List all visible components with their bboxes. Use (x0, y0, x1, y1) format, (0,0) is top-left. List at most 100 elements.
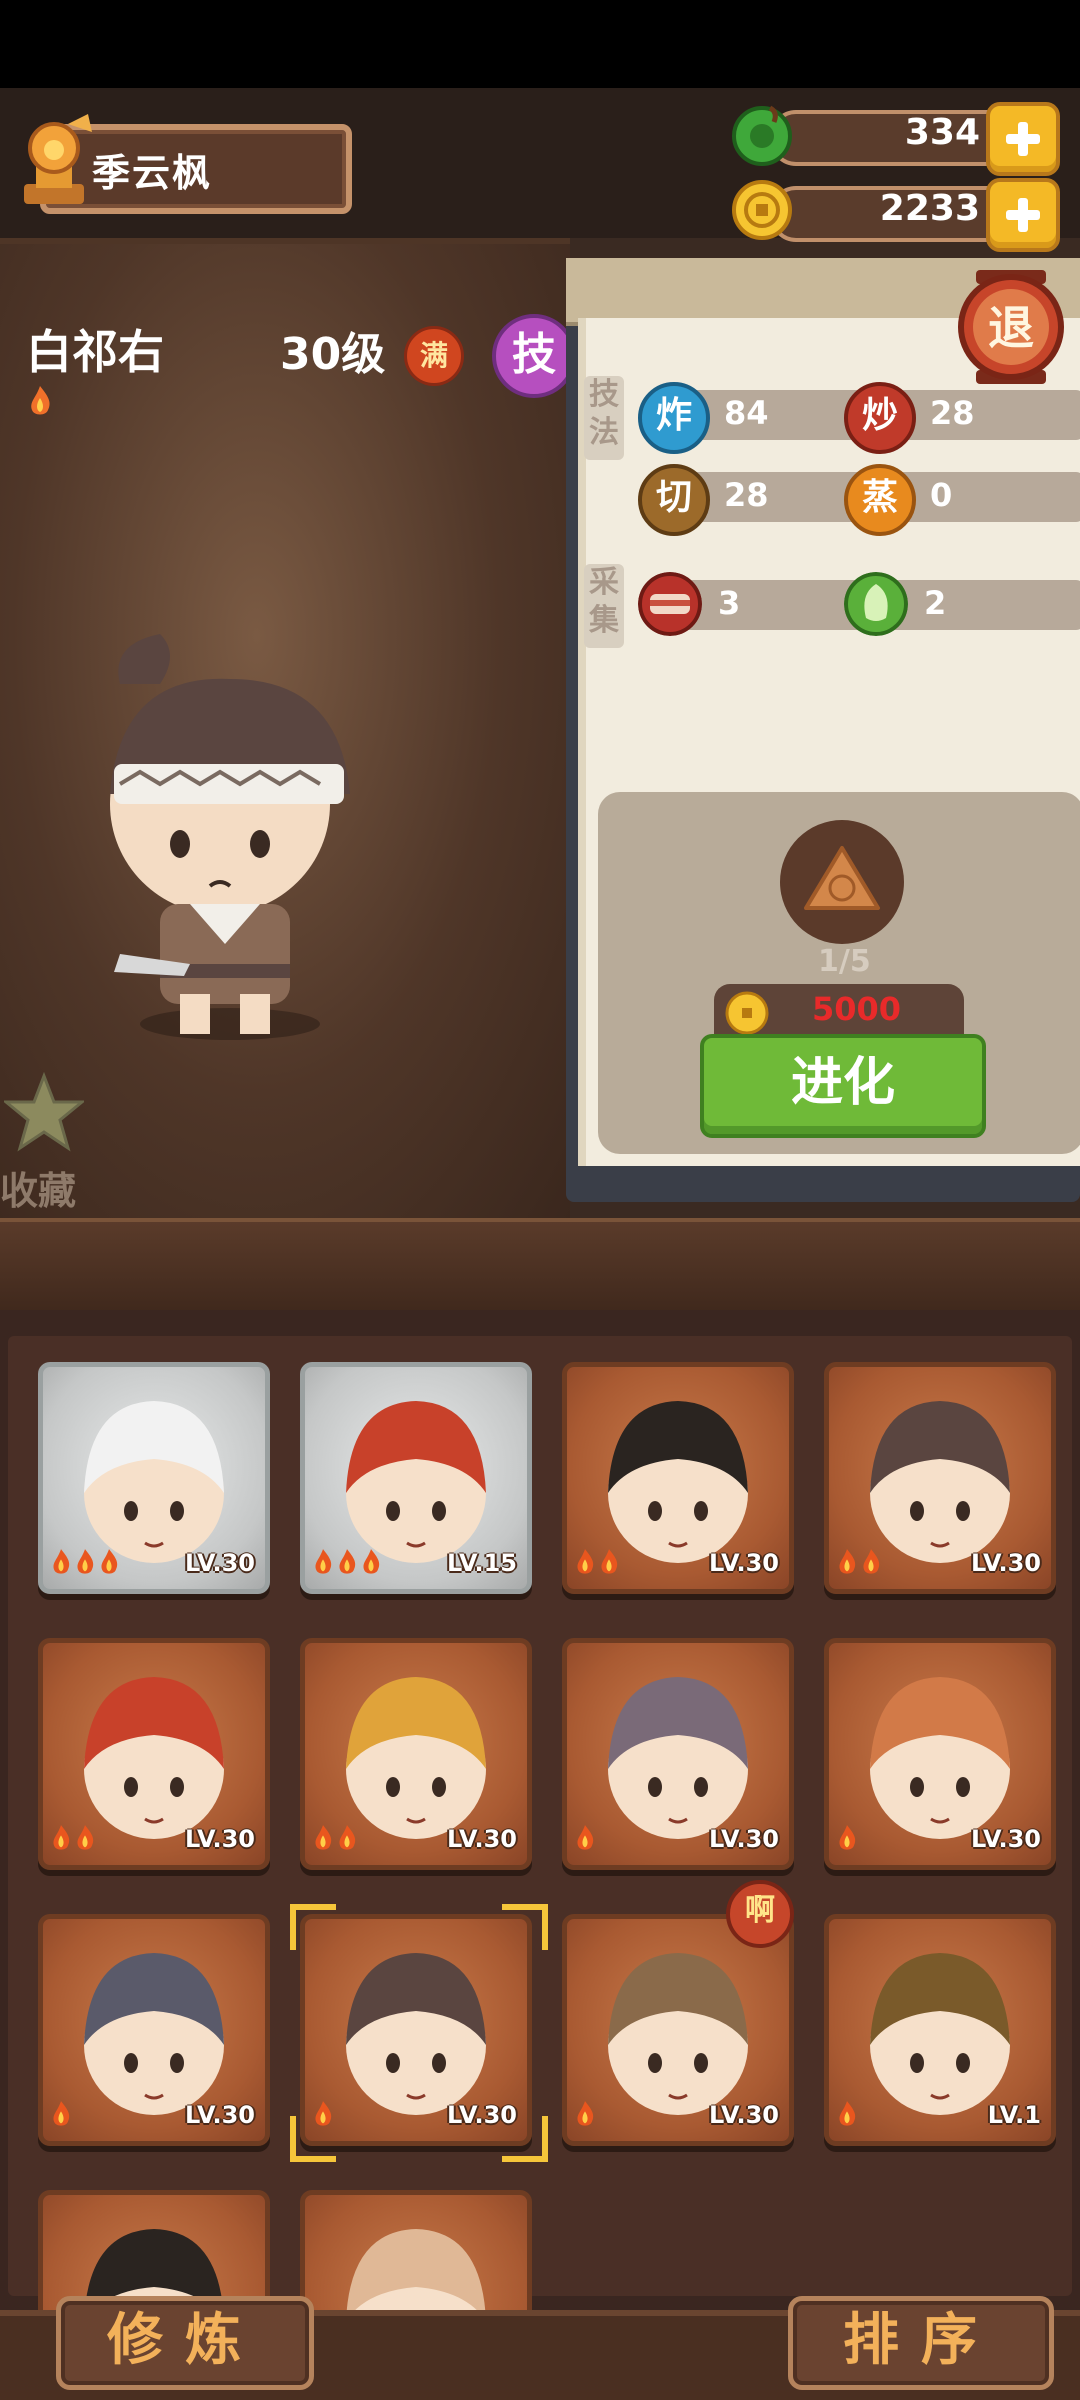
gather-vegetable: 2 (844, 572, 1080, 636)
player-name: 季云枫 (92, 151, 213, 195)
trophy-avatar-icon (24, 114, 92, 204)
chef-card[interactable]: LV.30 (824, 1362, 1056, 1594)
game-screen: 季云枫 334 2233 白祁右 30级 满 技 收藏 退 技法 采集 炸 84… (0, 0, 1080, 2400)
player-name-plate[interactable]: 季云枫 (24, 114, 352, 214)
vegetable-value: 2 (924, 584, 947, 622)
chef-level: LV.30 (709, 2101, 779, 2129)
skill-button[interactable]: 技 (492, 314, 576, 398)
gather-category-label: 采集 (584, 564, 624, 648)
flame-icon (863, 1549, 880, 1574)
fry-value: 84 (724, 394, 769, 432)
selection-corner (290, 2116, 336, 2162)
evolution-item-icon (780, 820, 904, 944)
flame-icon (339, 1825, 356, 1850)
character-level: 30级 (280, 329, 386, 380)
flame-icon (53, 1549, 70, 1574)
coin-icon (732, 180, 792, 240)
flame-icon (577, 1825, 594, 1850)
chef-card[interactable]: LV.15 (300, 1362, 532, 1594)
chef-card[interactable]: LV.30 (38, 1914, 270, 2146)
top-header: 季云枫 334 2233 (0, 88, 1080, 252)
rarity-flames (573, 2099, 597, 2129)
stirfry-icon: 炒 (844, 382, 916, 454)
steam-icon: 蒸 (844, 464, 916, 536)
flame-icon (839, 1825, 856, 1850)
jade-amount: 334 (904, 112, 980, 153)
meat-value: 3 (718, 584, 741, 622)
selection-corner (502, 1904, 548, 1950)
evolve-cost: 5000 (812, 990, 902, 1028)
retreat-label: 退 (988, 301, 1034, 355)
favorite-star-icon[interactable] (4, 1072, 84, 1152)
chef-level: LV.30 (709, 1549, 779, 1577)
coin-icon (725, 991, 769, 1035)
chef-level: LV.30 (971, 1549, 1041, 1577)
technique-stirfry: 炒 28 (844, 382, 1080, 454)
technique-steam: 蒸 0 (844, 464, 1080, 536)
flame-icon (53, 2101, 70, 2126)
character-illustration (110, 634, 350, 1040)
flame-icon (577, 1549, 594, 1574)
add-coins-button[interactable] (986, 178, 1060, 252)
rarity-flames (573, 1823, 597, 1853)
flame-icon (315, 1549, 332, 1574)
rarity-flames (49, 1547, 121, 1577)
evolve-progress: 1/5 (818, 944, 871, 979)
chef-level: LV.30 (709, 1825, 779, 1853)
fry-icon: 炸 (638, 382, 710, 454)
flame-icon (315, 1825, 332, 1850)
favorite-label[interactable]: 收藏 (0, 1160, 76, 1215)
section-divider (0, 1218, 1080, 1318)
cultivate-button[interactable]: 修炼 (56, 2296, 314, 2390)
chef-card[interactable]: LV.30 (562, 1638, 794, 1870)
chef-level: LV.1 (987, 2101, 1041, 2129)
chef-card[interactable]: LV.30 (562, 1914, 794, 2146)
roster-grid: LV.30 LV.15 LV.30 LV.30 LV.30 LV.30 LV.30 LV.30… (8, 1336, 1072, 2400)
chef-card[interactable]: LV.30 (562, 1362, 794, 1594)
character-portrait-panel: 白祁右 30级 满 技 收藏 (0, 238, 576, 1224)
selection-corner (502, 2116, 548, 2162)
evolve-button[interactable]: 进化 (700, 1034, 986, 1138)
chef-card[interactable]: LV.1 (824, 1914, 1056, 2146)
chef-card[interactable]: LV.30 (38, 1638, 270, 1870)
cut-icon: 切 (638, 464, 710, 536)
chef-card[interactable]: LV.30 (300, 1638, 532, 1870)
chef-level: LV.30 (185, 2101, 255, 2129)
steam-value: 0 (930, 476, 953, 514)
coin-resource-bar: 2233 (730, 178, 1060, 252)
coin-amount: 2233 (879, 188, 980, 229)
sort-button[interactable]: 排序 (788, 2296, 1054, 2390)
chef-level: LV.30 (971, 1825, 1041, 1853)
flame-icon (577, 2101, 594, 2126)
flame-icon (77, 1549, 94, 1574)
chef-level: LV.30 (185, 1549, 255, 1577)
rarity-flames (835, 1547, 883, 1577)
cut-value: 28 (724, 476, 769, 514)
meat-icon (638, 572, 702, 636)
flame-icon (53, 1825, 70, 1850)
rarity-flames (49, 2099, 73, 2129)
add-jade-button[interactable] (986, 102, 1060, 176)
gather-meat: 3 (638, 572, 878, 636)
chef-card[interactable]: LV.30 (824, 1638, 1056, 1870)
stirfry-value: 28 (930, 394, 975, 432)
jade-gem-icon (732, 105, 792, 166)
chef-card[interactable]: LV.30 (38, 1362, 270, 1594)
max-level-badge: 满 (404, 326, 464, 386)
flame-icon (31, 386, 50, 415)
technique-fry: 炸 84 (638, 382, 878, 454)
speech-bubble: 啊 (726, 1880, 794, 1948)
character-name: 白祁右 (26, 325, 164, 379)
flame-icon (839, 1549, 856, 1574)
technique-category-label: 技法 (584, 376, 624, 460)
chef-level: LV.15 (447, 1549, 517, 1577)
jade-resource-bar: 334 (730, 102, 1060, 176)
flame-icon (839, 2101, 856, 2126)
rarity-flames (311, 1547, 383, 1577)
rarity-flames (311, 1823, 359, 1853)
flame-icon (77, 1825, 94, 1850)
rarity-flames (573, 1547, 621, 1577)
retreat-button[interactable]: 退 (956, 268, 1066, 386)
flame-icon (339, 1549, 356, 1574)
flame-icon (363, 1549, 380, 1574)
